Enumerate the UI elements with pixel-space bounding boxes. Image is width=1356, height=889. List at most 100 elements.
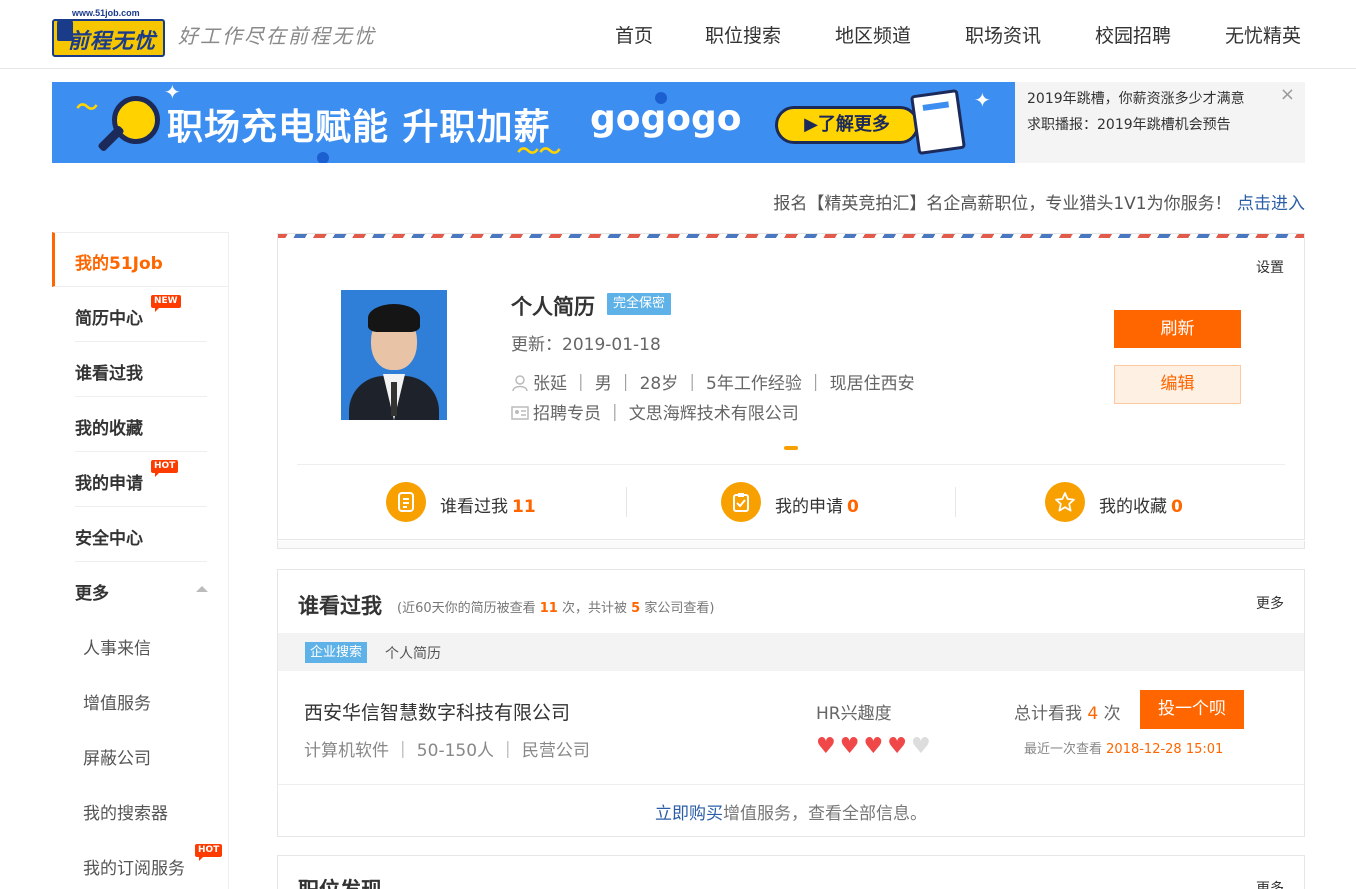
chevron-up-icon: [196, 586, 208, 592]
buy-notice: 立即购买增值服务，查看全部信息。: [655, 804, 927, 824]
last-viewed: 最近一次查看 2018-12-28 15:01: [1024, 742, 1224, 757]
logo-badge: 前程无忧: [52, 19, 165, 57]
stat-count: 11: [512, 497, 536, 517]
learn-more-button[interactable]: ▶了解更多: [775, 106, 919, 144]
user-icon: [512, 375, 528, 391]
sidebar-subitem-subscriptions[interactable]: 我的订阅服务: [83, 854, 185, 879]
wave-decoration: 〜: [76, 96, 99, 121]
hr-interest-rating: ♥♥♥♥♥: [816, 734, 935, 759]
section-title: 职位发现: [298, 874, 382, 889]
sidebar-item-my51job[interactable]: 我的51Job: [52, 232, 229, 287]
sidebar-item-more[interactable]: 更多: [75, 562, 208, 617]
sidebar-item-who-viewed[interactable]: 谁看过我: [75, 342, 207, 397]
personal-info: 张延 ｜ 男 ｜ 28岁 ｜ 5年工作经验 ｜ 现居住西安: [511, 369, 915, 394]
more-link[interactable]: 更多: [1256, 878, 1284, 889]
heart-empty-icon: ♥: [910, 734, 935, 759]
id-card-icon: [511, 406, 529, 420]
divider: [626, 487, 627, 517]
sidebar-item-resume-center[interactable]: 简历中心 NEW: [75, 287, 207, 342]
company-name[interactable]: 西安华信智慧数字科技有限公司: [304, 698, 570, 725]
logo-url: www.51job.com: [72, 8, 140, 18]
sidebar-subitem-search-agent[interactable]: 我的搜索器: [83, 799, 168, 824]
promo-line: 报名【精英竞拍汇】名企高薪职位，专业猎头1V1为你服务！ 点击进入: [773, 189, 1305, 214]
update-date: 更新：2019-01-18: [511, 335, 661, 355]
job-info-text: 招聘专员 ｜ 文思海辉技术有限公司: [533, 404, 799, 424]
sidebar-item-label: 我的收藏: [75, 419, 143, 439]
promo-text: 报名【精英竞拍汇】名企高薪职位，专业猎头1V1为你服务！: [773, 194, 1232, 214]
sidebar-item-label: 我的51Job: [75, 254, 163, 274]
divider: [955, 487, 956, 517]
who-viewed-section: 谁看过我 (近60天你的简历被查看 11 次，共计被 5 家公司查看) 更多 企…: [277, 569, 1305, 837]
nav-job-search[interactable]: 职位搜索: [705, 21, 781, 48]
divider: [278, 784, 1304, 785]
slogan: 好工作尽在前程无忧: [178, 24, 376, 48]
personal-info-text: 张延 ｜ 男 ｜ 28岁 ｜ 5年工作经验 ｜ 现居住西安: [533, 374, 915, 394]
sidebar-item-applications[interactable]: 我的申请 HOT: [75, 452, 207, 507]
settings-link[interactable]: 设置: [1256, 257, 1284, 277]
close-icon[interactable]: ×: [1280, 84, 1295, 105]
divider: [297, 464, 1285, 465]
sidebar-item-label: 简历中心: [75, 309, 143, 329]
stat-count: 0: [1171, 497, 1183, 517]
heart-filled-icon: ♥: [887, 734, 911, 759]
sidebar-subitem-block-company[interactable]: 屏蔽公司: [83, 744, 151, 769]
sidebar-item-security[interactable]: 安全中心: [75, 507, 207, 562]
company-info: 计算机软件 ｜ 50-150人 ｜ 民营公司: [304, 741, 590, 761]
sidebar-subitem-hr-mail[interactable]: 人事来信: [83, 634, 151, 659]
ad-banner[interactable]: 〜 〜〜 ✦ ✦ 职场充电赋能 升职加薪 gogogo ▶了解更多: [52, 82, 1015, 163]
total-views: 总计看我 4 次: [1014, 704, 1121, 724]
promo-link[interactable]: 点击进入: [1237, 194, 1305, 214]
edit-button[interactable]: 编辑: [1114, 365, 1241, 404]
banner-gogogo: gogogo: [590, 98, 742, 139]
sidebar-item-label: 我的申请: [75, 474, 143, 494]
job-discovery-section: 职位发现 更多: [277, 855, 1305, 889]
nav-region[interactable]: 地区频道: [835, 21, 911, 48]
dot-decoration: [317, 152, 329, 163]
tab-resume[interactable]: 个人简历: [385, 643, 441, 663]
sidebar-subitem-value-added[interactable]: 增值服务: [83, 689, 151, 714]
news-item[interactable]: 求职播报：2019年跳槽机会预告: [1027, 112, 1293, 138]
nav-home[interactable]: 首页: [615, 21, 653, 48]
sparkle-icon: ✦: [974, 88, 991, 112]
privacy-badge[interactable]: 完全保密: [607, 293, 672, 315]
view-summary: (近60天你的简历被查看 11 次，共计被 5 家公司查看): [397, 601, 715, 616]
section-title: 谁看过我: [298, 594, 382, 618]
stat-label: 谁看过我 11: [440, 497, 536, 517]
airmail-border: [278, 234, 1304, 238]
heart-filled-icon: ♥: [863, 734, 888, 759]
banner-title: 职场充电赋能 升职加薪: [167, 107, 551, 148]
refresh-button[interactable]: 刷新: [1114, 310, 1241, 348]
stat-label: 我的申请 0: [775, 497, 859, 517]
tab-company-search[interactable]: 企业搜索: [305, 642, 368, 663]
magnifier-icon: [112, 96, 160, 144]
logo-text: 前程无忧: [68, 29, 156, 53]
nav-career-news[interactable]: 职场资讯: [965, 21, 1041, 48]
sidebar-item-label: 更多: [75, 584, 109, 604]
document-icon: [386, 482, 426, 522]
hot-badge: HOT: [195, 844, 223, 861]
more-link[interactable]: 更多: [1256, 593, 1284, 613]
carousel-indicator[interactable]: [784, 446, 798, 450]
resume-title[interactable]: 个人简历: [511, 291, 595, 321]
view-source-tabs: 企业搜索 个人简历: [278, 633, 1304, 671]
side-news: 2019年跳槽，你薪资涨多少才满意 求职播报：2019年跳槽机会预告 ×: [1015, 82, 1305, 163]
nav-elite[interactable]: 无忧精英: [1225, 21, 1301, 48]
card-shadow: [277, 541, 1305, 549]
site-logo[interactable]: www.51job.com 前程无忧: [52, 8, 165, 58]
nav-campus[interactable]: 校园招聘: [1095, 21, 1171, 48]
stat-count: 0: [847, 497, 859, 517]
stat-label: 我的收藏 0: [1099, 497, 1183, 517]
sidebar-item-label: 谁看过我: [75, 364, 143, 384]
news-item[interactable]: 2019年跳槽，你薪资涨多少才满意: [1027, 86, 1293, 112]
job-info: 招聘专员 ｜ 文思海辉技术有限公司: [511, 399, 799, 424]
sidebar-item-favorites[interactable]: 我的收藏: [75, 397, 207, 452]
star-icon: [1045, 482, 1085, 522]
book-icon: [910, 88, 966, 156]
new-badge: NEW: [151, 295, 181, 312]
left-sidebar: 我的51Job 简历中心 NEW 谁看过我 我的收藏 我的申请 HOT 安全中心…: [52, 232, 229, 889]
buy-link[interactable]: 立即购买: [655, 804, 723, 824]
resume-card: 设置 个人简历 完全保密 更新：2019-01-18 张延 ｜ 男 ｜ 28岁 …: [277, 233, 1305, 540]
sidebar-item-label: 安全中心: [75, 529, 143, 549]
apply-button[interactable]: 投一个呗: [1140, 690, 1244, 729]
heart-filled-icon: ♥: [816, 734, 840, 759]
